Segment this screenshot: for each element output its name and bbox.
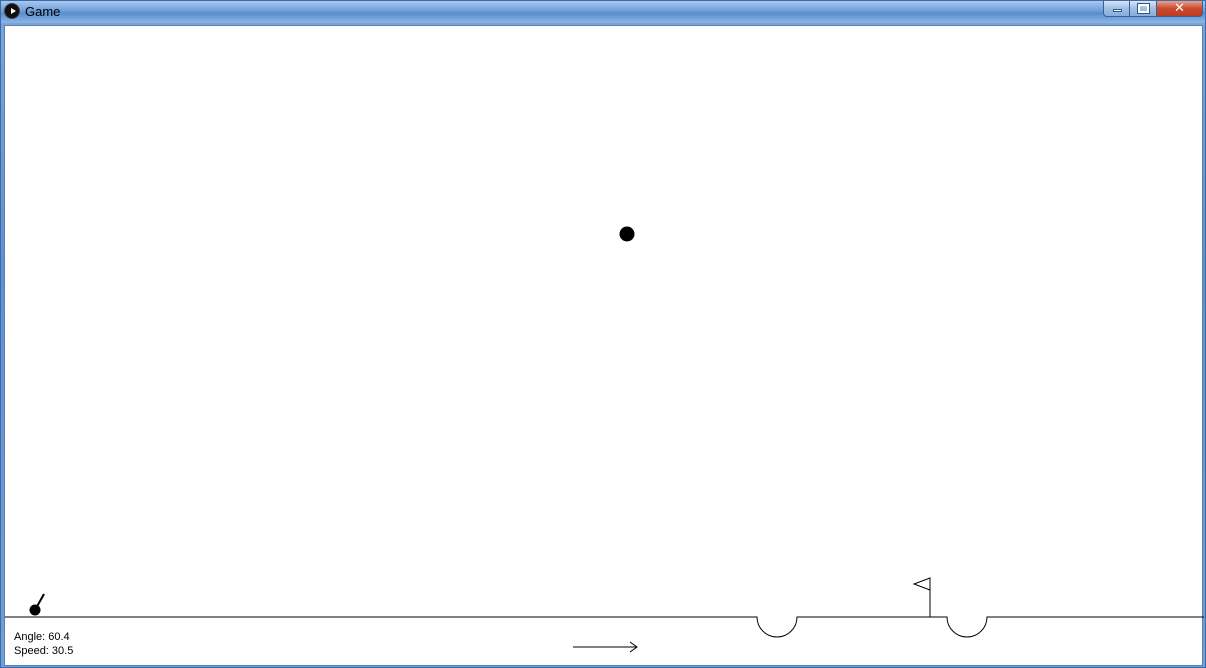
launcher-base — [29, 604, 41, 616]
goal-flag — [912, 577, 931, 617]
projectile-ball — [619, 226, 635, 242]
game-canvas[interactable]: Angle: 60.4 Speed: 30.5 — [4, 25, 1204, 667]
hud-panel: Angle: 60.4 Speed: 30.5 — [14, 630, 73, 658]
window-title: Game — [25, 4, 61, 19]
maximize-button[interactable] — [1129, 1, 1157, 17]
flag-pennant — [912, 577, 931, 591]
speed-readout: Speed: 30.5 — [14, 645, 74, 657]
close-button[interactable]: ✕ — [1156, 0, 1203, 17]
minimize-icon — [1113, 9, 1122, 12]
angle-readout: Angle: 60.4 — [14, 631, 70, 643]
title-bar[interactable]: Game ✕ — [1, 0, 1205, 23]
game-window: Game ✕ Angle: 60.4 Speed: 30.5 — [0, 0, 1206, 668]
game-scene[interactable] — [5, 26, 1204, 667]
close-icon: ✕ — [1174, 0, 1185, 15]
play-icon — [4, 3, 20, 19]
ground-line — [5, 616, 1204, 638]
minimize-button[interactable] — [1103, 1, 1130, 17]
launcher[interactable] — [29, 593, 45, 616]
direction-arrow-icon — [573, 641, 638, 653]
maximize-icon — [1138, 4, 1149, 13]
